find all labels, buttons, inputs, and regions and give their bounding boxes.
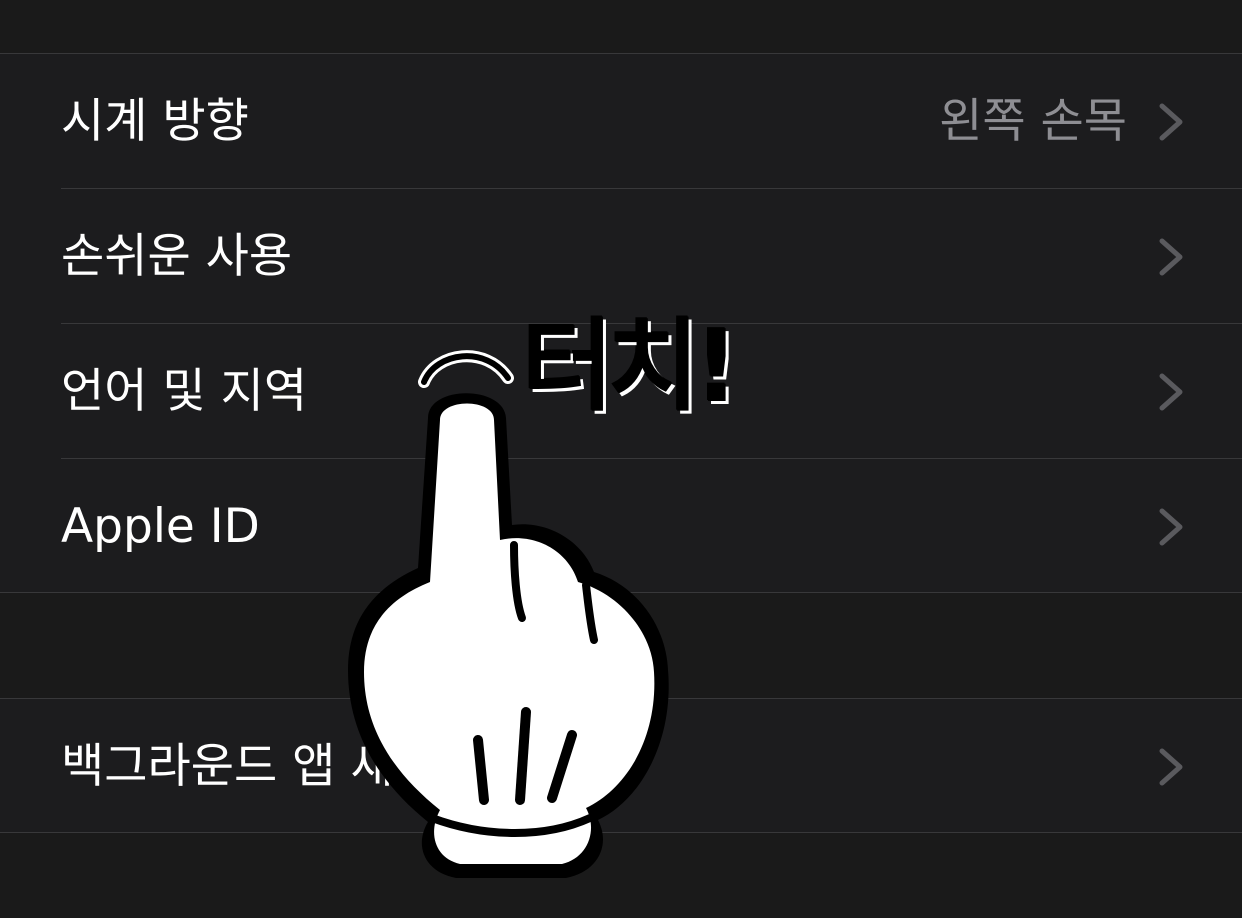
- settings-row-watch-orientation[interactable]: 시계 방향 왼쪽 손목: [0, 54, 1242, 189]
- chevron-right-icon: [1157, 238, 1185, 276]
- row-label: Apple ID: [61, 499, 260, 554]
- chevron-right-icon: [1157, 373, 1185, 411]
- chevron-right-icon: [1157, 508, 1185, 546]
- row-value: 왼쪽 손목: [939, 94, 1127, 149]
- chevron-right-icon: [1157, 103, 1185, 141]
- top-gap: [0, 0, 1242, 53]
- settings-row-accessibility[interactable]: 손쉬운 사용: [0, 189, 1242, 324]
- chevron-right-icon: [1157, 748, 1185, 786]
- pointing-hand-icon: [336, 340, 686, 890]
- row-label: 손쉬운 사용: [61, 229, 293, 284]
- row-label: 시계 방향: [61, 94, 249, 149]
- row-label: 언어 및 지역: [61, 364, 308, 419]
